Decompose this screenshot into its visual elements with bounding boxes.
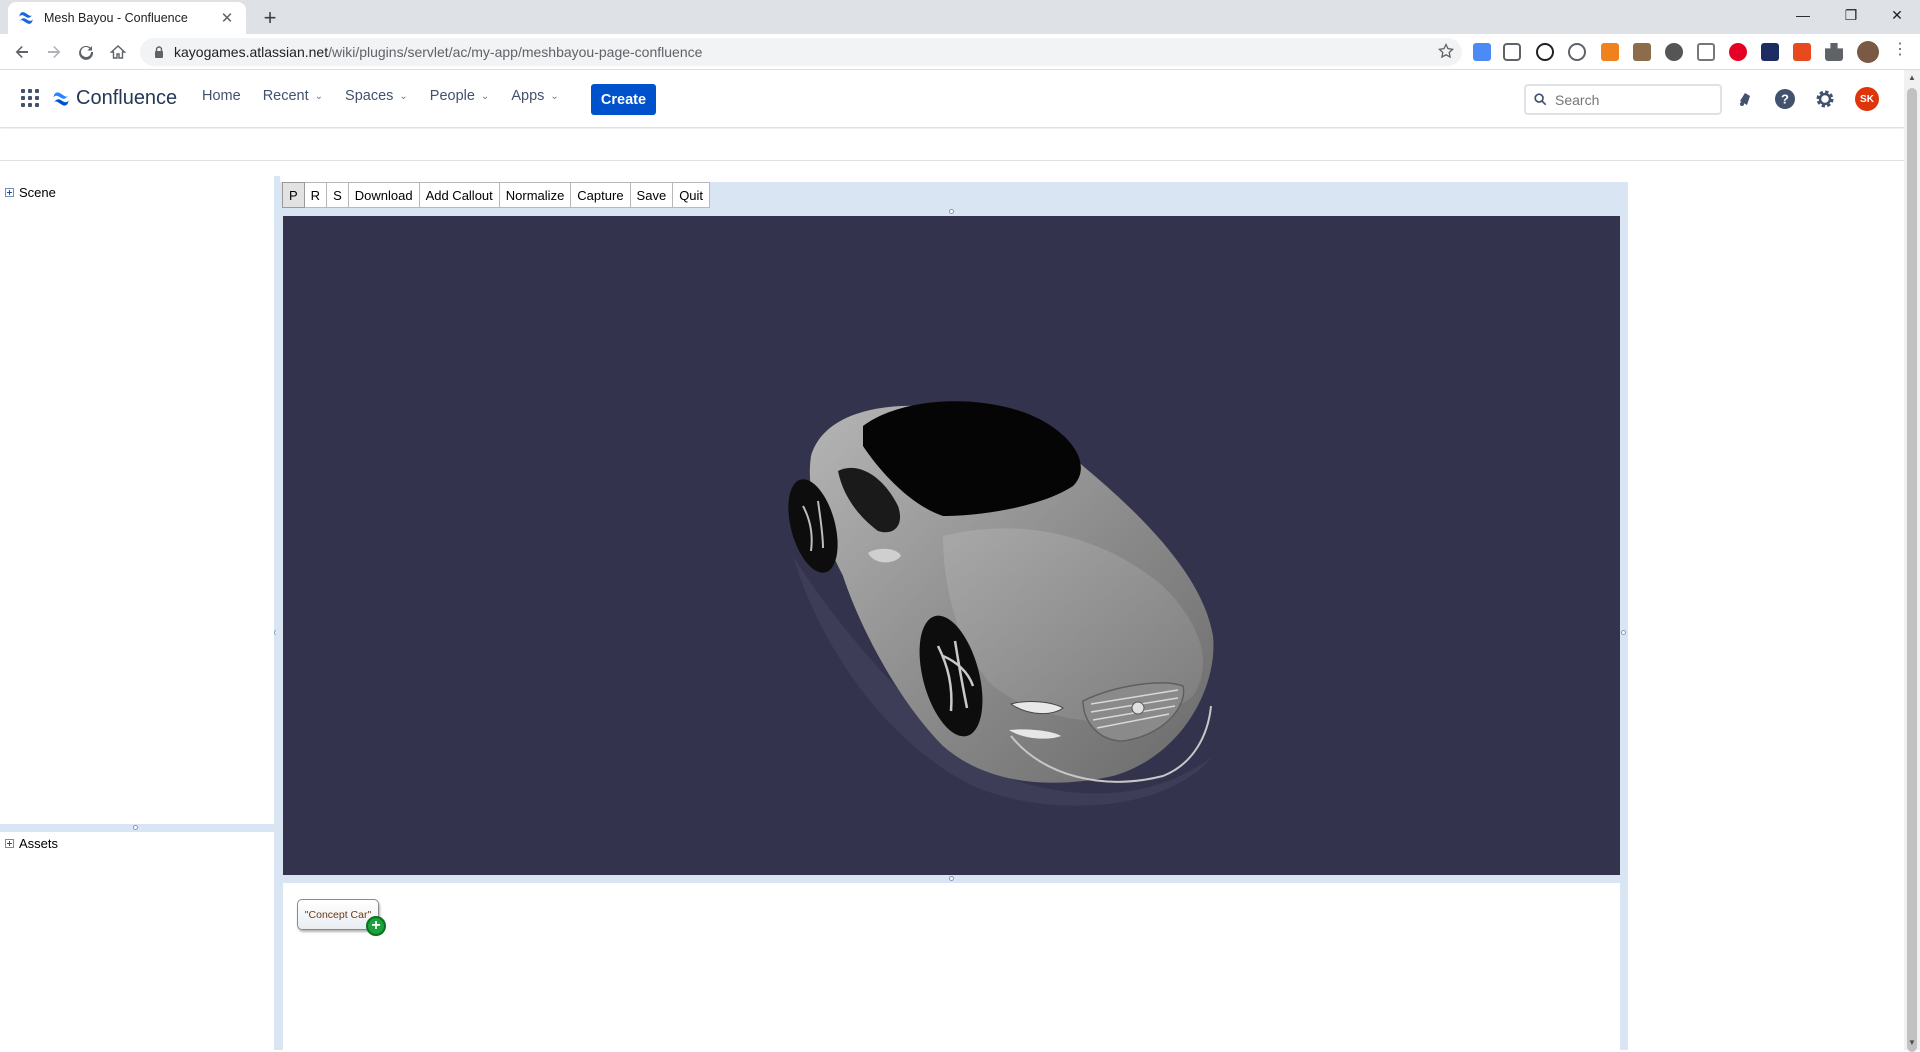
new-tab-icon[interactable]: +	[258, 5, 282, 30]
pocket-extension-icon[interactable]	[1503, 43, 1521, 61]
assets-graph-pane: "Concept Car" +	[283, 883, 1620, 1050]
viewport-bottom-grip-icon[interactable]	[949, 876, 954, 881]
confluence-logo-text: Confluence	[76, 87, 178, 109]
page-scrollbar[interactable]: ▲ ▼	[1904, 70, 1920, 1052]
scroll-down-icon[interactable]: ▼	[1908, 1038, 1916, 1047]
viewer-toolbar: P R S Download Add Callout Normalize Cap…	[282, 182, 711, 208]
scroll-up-icon[interactable]: ▲	[1908, 73, 1916, 82]
help-icon[interactable]: ?	[1772, 86, 1798, 112]
tab-title: Mesh Bayou - Confluence	[44, 11, 188, 25]
nav-people-label: People	[429, 88, 475, 104]
create-button[interactable]: Create	[591, 84, 656, 115]
address-bar[interactable]: kayogames.atlassian.net/wiki/plugins/ser…	[140, 38, 1462, 66]
tree-item-scene[interactable]: Scene	[5, 185, 56, 200]
search-icon	[1534, 93, 1547, 106]
nav-recent[interactable]: Recent ⌄	[263, 88, 323, 104]
chevron-down-icon: ⌄	[480, 90, 490, 102]
forward-icon[interactable]	[42, 40, 66, 64]
confluence-header: Confluence Home Recent ⌄ Spaces ⌄ People ⌄ …	[0, 70, 1904, 128]
reload-icon[interactable]	[74, 40, 98, 64]
home-icon[interactable]	[106, 40, 130, 64]
lock-extension-icon[interactable]	[1793, 43, 1811, 61]
app-switcher-icon[interactable]	[21, 89, 39, 107]
chevron-down-icon: ⌄	[399, 90, 408, 102]
svg-text:?: ?	[1781, 92, 1789, 107]
restore-icon[interactable]: ❐	[1828, 0, 1874, 30]
expand-icon[interactable]	[5, 839, 14, 848]
dark-extension-icon[interactable]	[1761, 43, 1779, 61]
back-icon[interactable]	[10, 40, 34, 64]
nav-spaces[interactable]: Spaces ⌄	[345, 88, 408, 104]
pinterest-extension-icon[interactable]	[1729, 43, 1747, 61]
scene-label: Scene	[19, 185, 56, 200]
normalize-button[interactable]: Normalize	[499, 182, 572, 208]
url-host: kayogames.atlassian.net	[174, 44, 329, 60]
user-avatar[interactable]: SK	[1855, 87, 1879, 111]
scrollbar-thumb[interactable]	[1907, 88, 1917, 1052]
capture-button[interactable]: Capture	[571, 182, 631, 208]
rotate-mode-button[interactable]: R	[304, 182, 328, 208]
bookmark-star-icon[interactable]	[1437, 42, 1455, 62]
3d-viewport[interactable]	[283, 216, 1620, 875]
settings-gear-icon[interactable]	[1812, 86, 1838, 112]
download-button[interactable]: Download	[348, 182, 420, 208]
extensions-puzzle-icon[interactable]	[1825, 43, 1843, 61]
chevron-down-icon: ⌄	[314, 90, 324, 102]
search-box[interactable]	[1524, 84, 1722, 115]
horizontal-splitter[interactable]	[0, 824, 274, 832]
nav-recent-label: Recent	[262, 88, 309, 104]
add-callout-button[interactable]: Add Callout	[419, 182, 500, 208]
scale-mode-button[interactable]: S	[327, 182, 349, 208]
assets-label: Assets	[19, 836, 59, 851]
confluence-logo[interactable]: Confluence	[52, 87, 177, 110]
minimize-icon[interactable]: —	[1780, 0, 1826, 30]
url-path: /wiki/plugins/servlet/ac/my-app/meshbayo…	[328, 44, 703, 60]
page-subheader	[0, 129, 1904, 161]
viewport-top-grip-icon[interactable]	[949, 209, 954, 214]
screen-extension-icon[interactable]	[1697, 43, 1715, 61]
concept-car-model[interactable]	[283, 216, 1620, 875]
briefcase-extension-icon[interactable]	[1633, 43, 1651, 61]
nav-apps-label: Apps	[511, 88, 545, 104]
outline-panel: Scene Assets	[0, 176, 276, 1050]
confluence-favicon-icon	[18, 10, 34, 26]
save-button[interactable]: Save	[630, 182, 674, 208]
position-mode-button[interactable]: P	[282, 182, 305, 208]
profile-avatar-icon[interactable]	[1857, 41, 1879, 63]
add-asset-plus-icon[interactable]: +	[366, 916, 386, 936]
browser-toolbar: kayogames.atlassian.net/wiki/plugins/ser…	[0, 34, 1920, 70]
search-input[interactable]	[1555, 91, 1705, 108]
circle-extension-icon[interactable]	[1665, 43, 1683, 61]
browser-menu-icon[interactable]: ⋮	[1892, 39, 1908, 58]
nav-spaces-label: Spaces	[345, 88, 394, 104]
browser-tab[interactable]: Mesh Bayou - Confluence ✕	[8, 2, 246, 34]
primary-nav: Home Recent ⌄ Spaces ⌄ People ⌄ Apps ⌄	[202, 88, 581, 104]
tree-item-assets[interactable]: Assets	[5, 836, 58, 851]
nav-home[interactable]: Home	[202, 88, 241, 104]
browser-tabstrip: Mesh Bayou - Confluence ✕ + — ❐ ✕	[0, 0, 1920, 34]
translate-extension-icon[interactable]	[1473, 43, 1491, 61]
rss-extension-icon[interactable]	[1601, 43, 1619, 61]
window-close-icon[interactable]: ✕	[1874, 0, 1920, 30]
viewport-right-grip-icon[interactable]	[1621, 630, 1626, 635]
recycle-extension-icon[interactable]	[1568, 43, 1586, 61]
nav-apps[interactable]: Apps ⌄	[511, 88, 558, 104]
sync-extension-icon[interactable]	[1536, 43, 1554, 61]
chevron-down-icon: ⌄	[550, 90, 559, 102]
nav-people[interactable]: People ⌄	[430, 88, 490, 104]
lock-icon	[154, 46, 164, 58]
expand-icon[interactable]	[5, 188, 14, 197]
splitter-grip-icon[interactable]	[133, 825, 138, 830]
confluence-logo-icon	[53, 91, 69, 106]
tab-close-icon[interactable]: ✕	[218, 9, 236, 27]
nav-home-label: Home	[202, 88, 241, 104]
notifications-icon[interactable]	[1733, 86, 1759, 112]
quit-button[interactable]: Quit	[673, 182, 711, 208]
